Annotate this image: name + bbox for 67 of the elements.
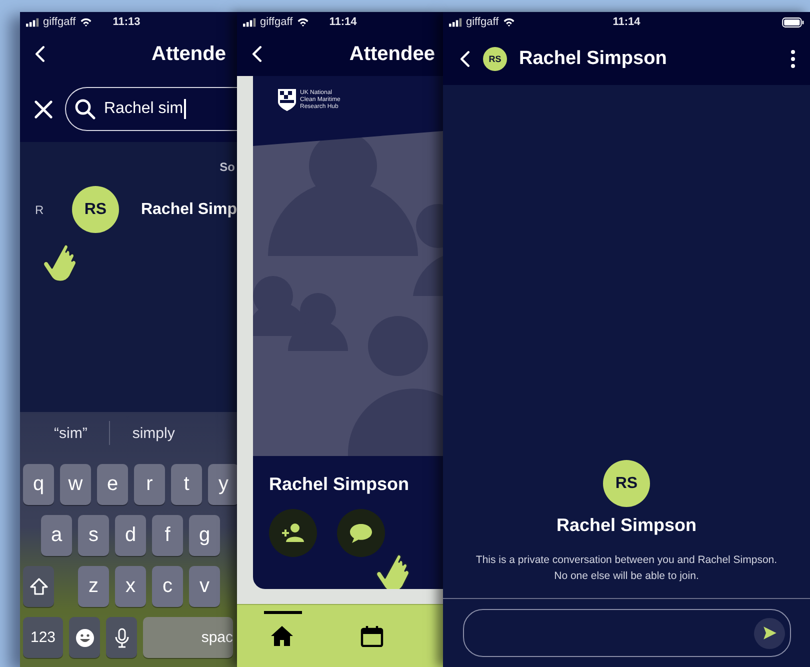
- privacy-note: No one else will be able to join.: [553, 569, 700, 584]
- wifi-icon: [80, 17, 92, 27]
- avatar: RS: [72, 186, 119, 233]
- emoji-key[interactable]: [69, 617, 100, 658]
- keyboard-key[interactable]: a: [41, 515, 72, 556]
- avatar: RS: [603, 460, 650, 507]
- avatar: RS: [483, 46, 507, 70]
- shift-key[interactable]: [23, 566, 54, 607]
- keyboard-key[interactable]: y: [208, 464, 237, 505]
- space-key[interactable]: spac: [143, 617, 233, 658]
- more-options-icon[interactable]: [790, 48, 796, 68]
- send-icon: [762, 625, 778, 641]
- keyboard-key[interactable]: s: [78, 515, 109, 556]
- result-name[interactable]: Rachel Simp: [140, 200, 237, 218]
- keyboard-key[interactable]: v: [189, 566, 220, 607]
- back-icon[interactable]: [251, 45, 263, 63]
- carrier-name: giffgaff: [43, 16, 76, 28]
- add-contact-button[interactable]: [269, 509, 317, 557]
- carrier-name: giffgaff: [466, 16, 499, 28]
- status-time: 11:13: [112, 16, 140, 28]
- search-icon: [75, 98, 96, 120]
- keyboard-key[interactable]: g: [189, 515, 220, 556]
- message-button[interactable]: [337, 509, 385, 557]
- signal-icon: [243, 18, 256, 26]
- index-letter: R: [35, 202, 45, 216]
- shield-icon: [277, 88, 297, 112]
- chat-bubble-icon: [349, 522, 373, 544]
- carrier-name: giffgaff: [260, 16, 293, 28]
- attendee-name: Rachel Simpson: [269, 474, 410, 495]
- keyboard-key[interactable]: z: [78, 566, 109, 607]
- search-field[interactable]: Rachel sim: [65, 87, 237, 131]
- section-label: So: [220, 160, 235, 174]
- emoji-icon: [74, 628, 94, 648]
- battery-icon: [782, 16, 804, 28]
- signal-icon: [449, 18, 462, 26]
- back-icon[interactable]: [34, 45, 46, 63]
- status-time: 11:14: [612, 16, 640, 28]
- back-icon[interactable]: [459, 50, 471, 68]
- close-icon[interactable]: [34, 100, 53, 118]
- screen-title: Attendee: [349, 42, 435, 66]
- signal-icon: [26, 18, 39, 26]
- calendar-icon: [360, 625, 384, 647]
- keyboard-key[interactable]: c: [152, 566, 183, 607]
- suggestion[interactable]: simply: [132, 424, 175, 442]
- home-icon: [270, 625, 294, 647]
- wifi-icon: [296, 17, 309, 27]
- keyboard-key[interactable]: e: [97, 464, 128, 505]
- contact-name: Rachel Simpson: [519, 48, 667, 70]
- privacy-note: This is a private conversation between you and Rachel Simpson.: [476, 553, 778, 568]
- shift-icon: [28, 576, 48, 596]
- keyboard-key[interactable]: d: [115, 515, 146, 556]
- contact-name: Rachel Simpson: [556, 515, 697, 536]
- numbers-key[interactable]: 123: [23, 617, 63, 658]
- keyboard-key[interactable]: t: [171, 464, 202, 505]
- send-button[interactable]: [754, 618, 785, 648]
- wifi-icon: [502, 17, 515, 27]
- keyboard-key[interactable]: q: [23, 464, 54, 505]
- keyboard-key[interactable]: f: [152, 515, 183, 556]
- keyboard-key[interactable]: r: [134, 464, 165, 505]
- message-field[interactable]: [463, 609, 791, 657]
- suggestion[interactable]: “sim”: [54, 424, 88, 442]
- keyboard-key[interactable]: w: [60, 464, 91, 505]
- keyboard-key[interactable]: x: [115, 566, 146, 607]
- status-time: 11:14: [329, 16, 357, 28]
- add-person-icon: [281, 522, 305, 544]
- microphone-key[interactable]: [106, 617, 137, 658]
- screen-title: Attende: [152, 42, 226, 66]
